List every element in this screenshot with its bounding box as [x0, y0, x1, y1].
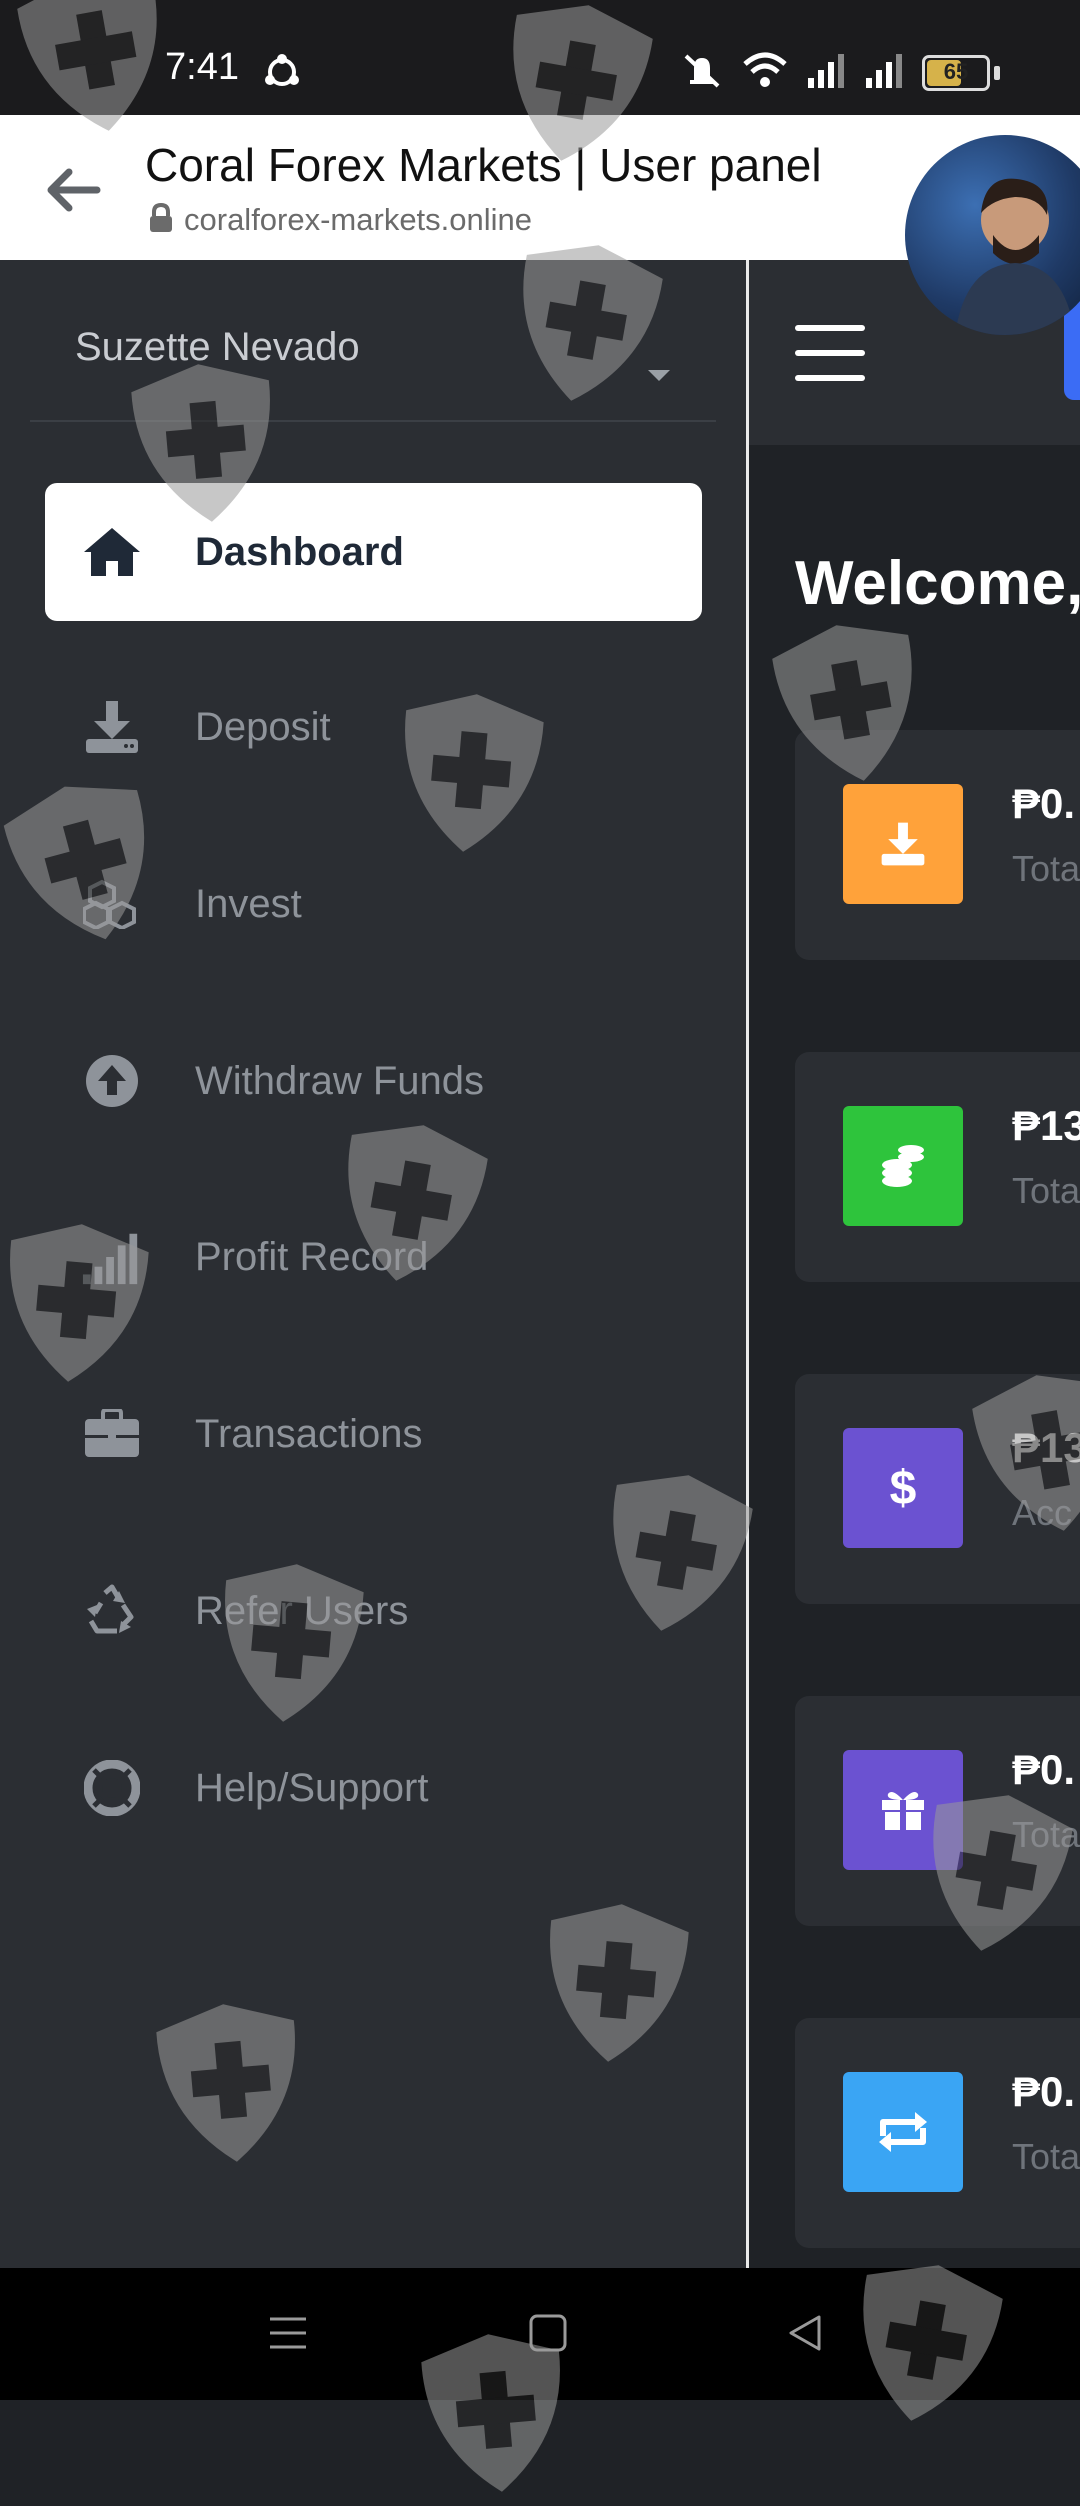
card-value: ₱13	[1012, 1102, 1080, 1149]
back-nav-button[interactable]	[775, 2308, 835, 2358]
system-nav-bar	[0, 2268, 1080, 2400]
stat-card-bonus: ₱0. Tota	[795, 1696, 1080, 1926]
arrow-left-icon	[47, 168, 101, 212]
card-label: Tota	[1012, 848, 1080, 889]
sidebar-item-withdraw-funds[interactable]: Withdraw Funds	[45, 1012, 702, 1150]
sidebar-item-invest[interactable]: Invest	[45, 835, 702, 973]
coins-icon	[843, 1106, 963, 1226]
caret-down-icon[interactable]	[648, 370, 670, 381]
back-button[interactable]	[38, 155, 108, 225]
signal-2-icon	[864, 52, 904, 93]
sidebar-item-label: Refer Users	[195, 1588, 409, 1633]
lifebuoy-icon	[81, 1757, 143, 1819]
sidebar-item-profit-record[interactable]: Profit Record	[45, 1188, 702, 1326]
page-title: Coral Forex Markets | User panel	[145, 139, 822, 191]
sidebar-item-label: Withdraw Funds	[195, 1058, 484, 1103]
mute-icon	[680, 50, 724, 95]
sidebar-item-label: Deposit	[195, 704, 331, 749]
cubes-icon	[81, 873, 143, 935]
sidebar-item-help-support[interactable]: Help/Support	[45, 1719, 702, 1857]
sidebar-item-transactions[interactable]: Transactions	[45, 1365, 702, 1503]
lock-icon	[148, 202, 174, 238]
recycle-icon	[81, 1580, 143, 1642]
sidebar-item-label: Help/Support	[195, 1765, 429, 1810]
card-value: ₱0.	[1012, 780, 1076, 827]
recents-button[interactable]	[258, 2308, 318, 2358]
download-icon	[81, 696, 143, 758]
wifi-icon	[742, 50, 788, 95]
card-label: Tota	[1012, 1170, 1080, 1211]
menu-icon[interactable]	[795, 325, 865, 381]
gift-icon	[843, 1750, 963, 1870]
status-icons: 65	[680, 50, 1000, 95]
share-hub-icon	[262, 52, 302, 92]
download-icon	[843, 784, 963, 904]
stat-card-balance: $ ₱13 Acc	[795, 1374, 1080, 1604]
signal-bars-icon	[81, 1226, 143, 1288]
square-icon	[529, 2314, 567, 2352]
sidebar-item-label: Transactions	[195, 1411, 423, 1456]
sidebar-item-deposit[interactable]: Deposit	[45, 658, 702, 796]
card-label: Tota	[1012, 1814, 1080, 1855]
card-value: ₱0.	[1012, 1746, 1076, 1793]
battery-level-text: 65	[943, 58, 969, 84]
dollar-icon: $	[843, 1428, 963, 1548]
triangle-back-icon	[789, 2315, 821, 2351]
welcome-heading: Welcome,	[795, 549, 1080, 618]
stat-card-deposit: ₱0. Tota	[795, 730, 1080, 960]
stat-card-profit: ₱13 Tota	[795, 1052, 1080, 1282]
briefcase-icon	[81, 1403, 143, 1465]
card-value: ₱13	[1012, 1424, 1080, 1471]
sidebar-item-label: Invest	[195, 881, 302, 926]
home-button[interactable]	[518, 2308, 578, 2358]
status-time: 7:41	[165, 46, 239, 88]
sidebar-item-label: Profit Record	[195, 1234, 429, 1279]
battery-icon: 65	[922, 54, 990, 91]
exchange-icon	[843, 2072, 963, 2192]
signal-1-icon	[806, 52, 846, 93]
arrow-up-circle-icon	[81, 1050, 143, 1112]
user-divider	[30, 420, 716, 422]
user-name[interactable]: Suzette Nevado	[75, 325, 360, 370]
dashboard-content	[749, 445, 1080, 2268]
page-url: coralforex-markets.online	[184, 202, 533, 237]
card-value: ₱0.	[1012, 2068, 1076, 2115]
card-label: Tota	[1012, 2136, 1080, 2177]
battery-tip	[994, 65, 1000, 80]
stat-card-transactions: ₱0. Tota	[795, 2018, 1080, 2248]
header-action-button[interactable]	[1064, 300, 1080, 400]
home-icon	[81, 521, 143, 583]
sidebar-item-label: Dashboard	[195, 529, 404, 574]
sidebar-item-dashboard[interactable]: Dashboard	[45, 483, 702, 621]
menu-lines-icon	[270, 2317, 306, 2349]
status-bar: 7:41 65	[0, 0, 1080, 115]
sidebar-item-refer-users[interactable]: Refer Users	[45, 1542, 702, 1680]
url-row[interactable]: coralforex-markets.online	[148, 202, 532, 238]
card-label: Acc	[1012, 1492, 1073, 1533]
